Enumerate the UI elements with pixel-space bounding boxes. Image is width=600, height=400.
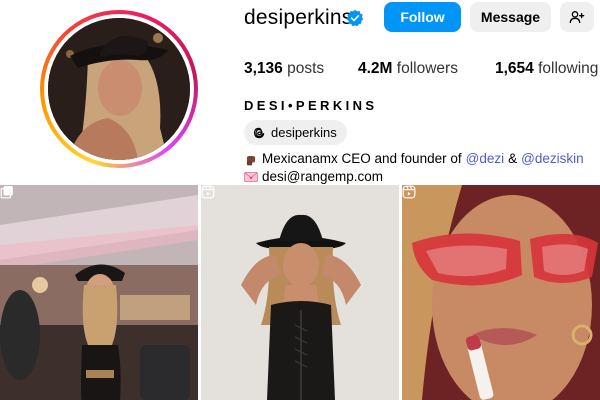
followers-count: 4.2M [358, 60, 393, 77]
post-image [201, 185, 399, 400]
threads-icon [254, 127, 265, 138]
raised-fist-emoji-icon [246, 155, 256, 165]
verified-badge-icon [346, 9, 364, 27]
following-stat[interactable]: 1,654 following [495, 60, 598, 78]
story-ring[interactable] [40, 10, 198, 168]
username: desiperkins [244, 6, 353, 29]
post-thumbnail[interactable] [402, 185, 600, 400]
post-image [402, 185, 600, 400]
avatar[interactable] [48, 18, 190, 160]
bio-text: Mexicanamx CEO and founder of [262, 151, 462, 166]
post-image [0, 185, 198, 400]
bio-email-line: desi@rangemp.com [244, 169, 383, 184]
avatar-gap [44, 14, 194, 164]
avatar-image [48, 18, 190, 160]
threads-link[interactable]: desiperkins [244, 120, 347, 145]
post-thumbnail[interactable] [201, 185, 399, 400]
add-user-icon [569, 11, 585, 24]
suggest-similar-button[interactable] [560, 2, 594, 32]
bio-line: Mexicanamx CEO and founder of @dezi & @d… [244, 151, 584, 166]
following-label: following [538, 60, 599, 77]
post-thumbnail[interactable] [0, 185, 198, 400]
posts-count-stat: 3,136 posts [244, 60, 324, 78]
followers-label: followers [396, 60, 458, 77]
followers-stat[interactable]: 4.2M followers [358, 60, 458, 78]
bio-ampersand: & [508, 151, 518, 166]
love-letter-emoji-icon [244, 171, 258, 182]
posts-grid [0, 185, 600, 400]
threads-handle: desiperkins [271, 125, 337, 140]
bio-email[interactable]: desi@rangemp.com [262, 169, 383, 184]
posts-count: 3,136 [244, 60, 283, 77]
posts-label: posts [287, 60, 325, 77]
reel-icon [201, 185, 215, 199]
mention-link-deziskin[interactable]: @deziskin [521, 151, 583, 166]
follow-button[interactable]: Follow [384, 2, 461, 32]
reel-icon [402, 185, 416, 199]
full-name: DESI•PERKINS [244, 98, 378, 113]
message-button[interactable]: Message [470, 2, 551, 32]
following-count: 1,654 [495, 60, 534, 77]
mention-link-dezi[interactable]: @dezi [466, 151, 504, 166]
carousel-icon [0, 186, 13, 199]
